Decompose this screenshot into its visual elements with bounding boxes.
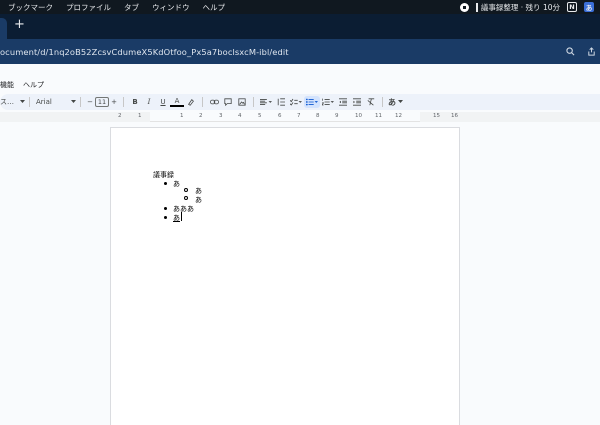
hollow-bullet-icon <box>184 188 188 192</box>
chevron-down-icon <box>71 100 76 103</box>
increase-font-size-button[interactable]: + <box>109 96 119 108</box>
ruler-number: 16 <box>451 113 458 119</box>
ruler-number: 2 <box>199 113 203 119</box>
menu-docs-help[interactable]: ヘルプ <box>23 80 44 90</box>
list-item: あ <box>173 180 180 188</box>
ruler-number: 6 <box>278 113 282 119</box>
ruler-number: 1 <box>138 113 142 119</box>
ruler-number: 1 <box>180 113 184 119</box>
toolbar-divider <box>80 97 81 107</box>
image-icon[interactable] <box>235 96 249 108</box>
font-name: Arial <box>36 98 52 106</box>
decrease-indent-icon[interactable] <box>336 96 350 108</box>
ruler-number: 2 <box>118 113 122 119</box>
menu-profile[interactable]: プロファイル <box>66 2 111 13</box>
left-indent-marker-icon[interactable] <box>160 113 170 126</box>
italic-button[interactable]: I <box>142 96 156 108</box>
menu-bookmarks[interactable]: ブックマーク <box>8 2 53 13</box>
list-item: あ <box>173 214 180 222</box>
ruler-number: 7 <box>297 113 301 119</box>
ruler-number: 5 <box>258 113 262 119</box>
font-dropdown[interactable]: Arial <box>34 96 76 108</box>
menu-window[interactable]: ウィンドウ <box>152 2 190 13</box>
decrease-font-size-button[interactable]: − <box>85 96 95 108</box>
document-heading: 議事録 <box>153 171 174 179</box>
comment-icon[interactable] <box>221 96 235 108</box>
ruler-number: 3 <box>219 113 223 119</box>
bullet-icon <box>164 216 167 219</box>
ruler-number: 4 <box>238 113 242 119</box>
increase-indent-icon[interactable] <box>350 96 364 108</box>
share-icon[interactable] <box>587 47 596 56</box>
ruler-number: 10 <box>355 113 362 119</box>
hollow-bullet-icon <box>184 196 188 200</box>
ruler-number: 15 <box>433 113 440 119</box>
right-indent-marker-icon[interactable] <box>414 113 420 126</box>
ruler-number: 11 <box>375 113 382 119</box>
new-tab-button[interactable]: + <box>14 17 25 32</box>
timer-status-text: 議事録整理 · 残り 10分 <box>480 2 560 12</box>
toolbar-divider <box>253 97 254 107</box>
underline-button[interactable]: U <box>156 96 170 108</box>
notion-icon[interactable]: N <box>567 2 577 12</box>
os-menubar: ブックマーク プロファイル タブ ウィンドウ ヘルプ 議事録整理 · 残り 10… <box>0 0 600 14</box>
toolbar-divider <box>29 97 30 107</box>
align-icon[interactable] <box>258 96 274 108</box>
docs-menubar: 機能 ヘルプ <box>0 80 44 90</box>
checklist-icon[interactable] <box>288 96 304 108</box>
address-bar[interactable]: ocument/d/1nq2oB52ZcsvCdumeX5KdOtfoo_Px5… <box>0 39 600 64</box>
menu-tab[interactable]: タブ <box>124 2 139 13</box>
browser-tab-strip <box>0 14 600 39</box>
focus-timer[interactable]: 議事録整理 · 残り 10分 <box>475 2 560 13</box>
style-dropdown[interactable]: ス… <box>0 96 20 108</box>
timer-bar-icon <box>475 2 478 12</box>
toolbar-divider <box>123 97 124 107</box>
toolbar-divider <box>202 97 203 107</box>
menu-help[interactable]: ヘルプ <box>203 2 226 13</box>
horizontal-ruler[interactable]: 2 1 1 2 3 4 5 6 7 8 9 10 11 12 15 16 <box>0 112 600 126</box>
font-size-input[interactable]: 11 <box>95 97 109 107</box>
ruler-number: 9 <box>335 113 339 119</box>
chevron-down-icon <box>397 96 403 108</box>
chevron-down-icon <box>20 96 25 108</box>
active-tab[interactable] <box>0 18 7 39</box>
input-tools-button[interactable]: あ <box>387 96 397 108</box>
input-method-icon[interactable]: あ <box>584 2 594 12</box>
ruler-number: 8 <box>316 113 320 119</box>
highlight-icon[interactable] <box>184 96 198 108</box>
menu-extensions[interactable]: 機能 <box>0 80 14 90</box>
line-spacing-icon[interactable] <box>274 96 288 108</box>
list-item: あ <box>195 196 202 204</box>
clear-formatting-icon[interactable] <box>364 96 378 108</box>
text-color-button[interactable]: A <box>170 97 184 107</box>
toolbar-divider <box>382 97 383 107</box>
url-text[interactable]: ocument/d/1nq2oB52ZcsvCdumeX5KdOtfoo_Px5… <box>0 47 289 57</box>
bulleted-list-icon[interactable] <box>304 96 320 108</box>
formatting-toolbar: ス… Arial − 11 + B I U A あ <box>0 94 600 110</box>
text-cursor <box>181 212 182 221</box>
bullet-icon <box>164 182 167 185</box>
search-icon[interactable] <box>566 47 575 56</box>
ruler-number: 12 <box>395 113 402 119</box>
link-icon[interactable] <box>207 96 221 108</box>
bullet-icon <box>164 207 167 210</box>
bold-button[interactable]: B <box>128 96 142 108</box>
record-stop-icon[interactable] <box>459 2 469 12</box>
numbered-list-icon[interactable] <box>320 96 336 108</box>
